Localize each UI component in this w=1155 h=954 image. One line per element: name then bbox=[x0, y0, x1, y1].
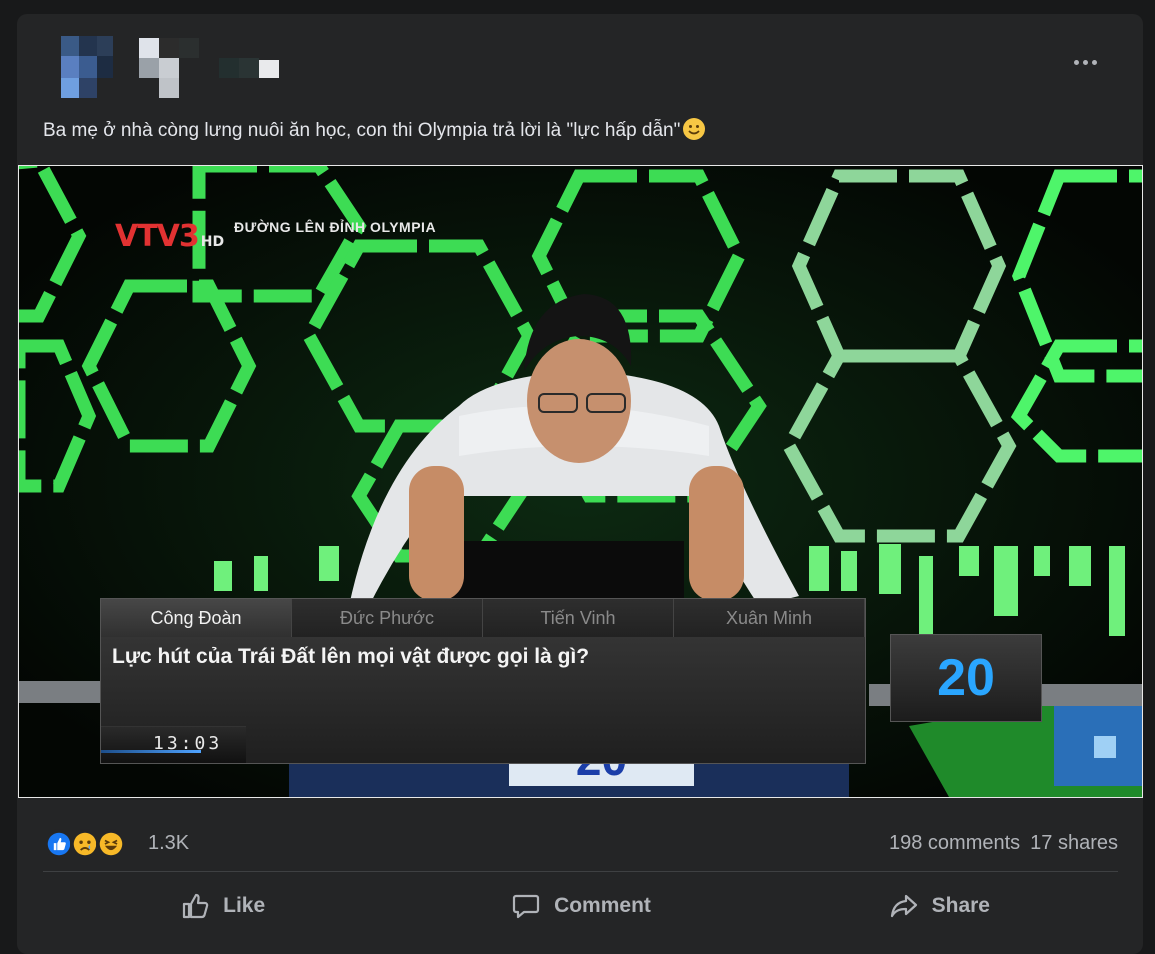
censored-author-avatar[interactable] bbox=[61, 36, 301, 98]
post-image[interactable]: VTV3HD ĐƯỜNG LÊN ĐỈNH OLYMPIA 20 Công Đo… bbox=[18, 165, 1143, 798]
score-display: 20 bbox=[890, 634, 1042, 722]
contestant-tab-3: Tiến Vinh bbox=[483, 599, 674, 637]
quiz-timer: 13:03 bbox=[101, 726, 246, 763]
engagement-counts: 198 comments 17 shares bbox=[879, 832, 1118, 855]
post-actions: Like Comment Share bbox=[43, 880, 1118, 932]
like-button[interactable]: Like bbox=[43, 880, 401, 932]
reaction-icons[interactable] bbox=[44, 829, 126, 859]
comment-button[interactable]: Comment bbox=[401, 880, 759, 932]
more-options-button[interactable] bbox=[1065, 50, 1105, 74]
actions-divider bbox=[43, 871, 1118, 872]
contestant-tab-1: Công Đoàn bbox=[101, 599, 292, 637]
quiz-question: Lực hút của Trái Đất lên mọi vật được gọ… bbox=[112, 645, 590, 668]
comment-label: Comment bbox=[554, 894, 651, 917]
show-title: ĐƯỜNG LÊN ĐỈNH OLYMPIA bbox=[234, 219, 437, 235]
timer-text: 13:03 bbox=[153, 733, 223, 754]
shares-count[interactable]: 17 shares bbox=[1030, 832, 1118, 854]
post-caption: Ba mẹ ở nhà còng lưng nuôi ăn học, con t… bbox=[43, 117, 706, 142]
post-stats: 1.3K 198 comments 17 shares bbox=[44, 829, 1118, 859]
post-card: Ba mẹ ở nhà còng lưng nuôi ăn học, con t… bbox=[17, 14, 1143, 954]
quiz-panel: Công Đoàn Đức Phước Tiến Vinh Xuân Minh … bbox=[100, 598, 866, 764]
contestant-tab-4: Xuân Minh bbox=[674, 599, 865, 637]
contestant-tabs: Công Đoàn Đức Phước Tiến Vinh Xuân Minh bbox=[101, 599, 865, 637]
thumbs-up-icon bbox=[183, 893, 209, 919]
share-button[interactable]: Share bbox=[760, 880, 1118, 932]
comments-count[interactable]: 198 comments bbox=[889, 832, 1020, 854]
comment-icon bbox=[512, 894, 540, 919]
share-label: Share bbox=[931, 894, 990, 917]
like-label: Like bbox=[223, 894, 266, 917]
smiley-emoji-icon bbox=[683, 118, 706, 140]
vtv3-logo: VTV3 HD bbox=[115, 219, 225, 254]
contestant-tab-2: Đức Phước bbox=[292, 599, 483, 637]
reaction-count[interactable]: 1.3K bbox=[148, 832, 189, 855]
haha-icon bbox=[96, 829, 126, 859]
share-icon bbox=[890, 894, 917, 918]
